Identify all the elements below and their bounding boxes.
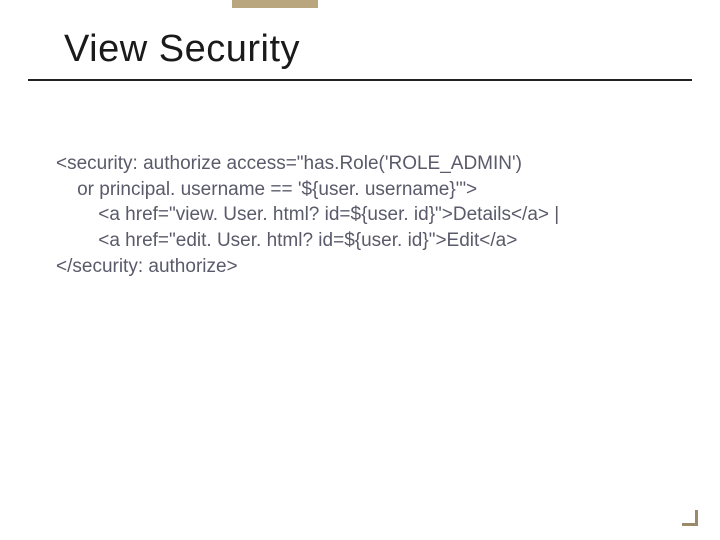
code-line-2: or principal. username == '${user. usern… [56,179,477,200]
corner-decoration-icon [682,510,698,526]
slide-container: View Security <security: authorize acces… [0,0,720,540]
code-line-5: </security: authorize> [56,256,238,277]
code-block: <security: authorize access="has.Role('R… [56,151,664,279]
accent-bar [232,0,318,8]
code-line-4: <a href="edit. User. html? id=${user. id… [56,230,517,251]
slide-title: View Security [64,28,656,71]
title-area: View Security [28,0,692,81]
content-area: <security: authorize access="has.Role('R… [0,81,720,279]
code-line-1: <security: authorize access="has.Role('R… [56,153,522,174]
code-line-3: <a href="view. User. html? id=${user. id… [56,204,559,225]
